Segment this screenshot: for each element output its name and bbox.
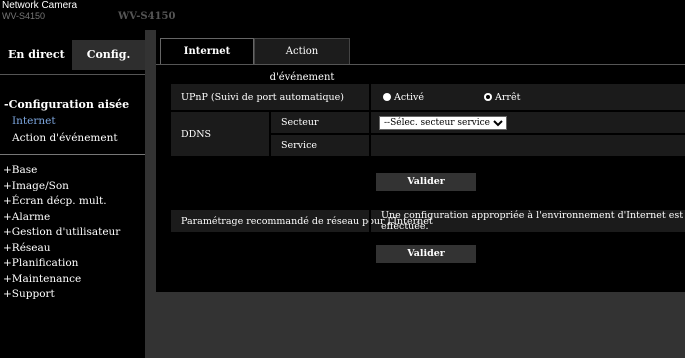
submit-button[interactable]: Valider bbox=[376, 173, 476, 191]
ddns-row: DDNS Secteur --Sélec. secteur service-- … bbox=[171, 112, 685, 156]
brand-name: Network Camera bbox=[2, 0, 78, 11]
camera-title: WV-S4150 bbox=[118, 11, 176, 22]
tab-divider bbox=[156, 64, 685, 65]
sector-label: Secteur bbox=[281, 117, 319, 128]
ddns-label: DDNS bbox=[181, 128, 212, 140]
easy-setup-title[interactable]: -Configuration aisée bbox=[4, 98, 129, 111]
menu-item-image-audio[interactable]: +Image/Son bbox=[3, 179, 120, 195]
tab-event-action[interactable]: Action d'événement bbox=[254, 38, 350, 83]
main-content: Internet Action d'événement UPnP (Suivi … bbox=[156, 30, 685, 292]
upnp-off-option[interactable]: Arrêt bbox=[484, 84, 520, 110]
top-bar: Network Camera WV-S4150 WV-S4150 bbox=[0, 0, 685, 30]
radio-on-icon[interactable] bbox=[383, 93, 391, 101]
radio-off-selected-icon[interactable] bbox=[484, 93, 492, 101]
tab-live[interactable]: En direct bbox=[4, 40, 76, 70]
upnp-on-option[interactable]: Activé bbox=[383, 84, 424, 110]
menu-item-network[interactable]: +Réseau bbox=[3, 241, 120, 257]
menu-item-schedule[interactable]: +Planification bbox=[3, 256, 120, 272]
content-tabs: Internet Action d'événement bbox=[156, 38, 685, 83]
menu-item-base[interactable]: +Base bbox=[3, 163, 120, 179]
sidebar: En direct Config. -Configuration aisée I… bbox=[0, 30, 145, 358]
upnp-off-label: Arrêt bbox=[495, 91, 521, 103]
sidebar-divider bbox=[0, 154, 145, 155]
menu-item-alarm[interactable]: +Alarme bbox=[3, 210, 120, 226]
upnp-label: UPnP (Suivi de port automatique) bbox=[181, 91, 345, 103]
service-label: Service bbox=[281, 140, 318, 151]
menu-item-maintenance[interactable]: +Maintenance bbox=[3, 272, 120, 288]
menu-item-user-management[interactable]: +Gestion d'utilisateur bbox=[3, 225, 120, 241]
submit-recommended-button[interactable]: Valider bbox=[376, 245, 476, 263]
tab-config[interactable]: Config. bbox=[72, 40, 145, 70]
brand-logo: Network Camera WV-S4150 bbox=[2, 0, 78, 22]
settings-menu: +Base +Image/Son +Écran décp. mult. +Ala… bbox=[3, 163, 120, 303]
menu-item-multi-screen[interactable]: +Écran décp. mult. bbox=[3, 194, 120, 210]
recommend-row: Paramétrage recommandé de réseau pour l'… bbox=[171, 210, 685, 232]
sector-select-wrap: --Sélec. secteur service-- bbox=[379, 112, 507, 133]
upnp-row: UPnP (Suivi de port automatique) Activé … bbox=[171, 84, 685, 110]
sector-select[interactable]: --Sélec. secteur service-- bbox=[379, 115, 507, 130]
upnp-on-label: Activé bbox=[394, 91, 425, 103]
recommend-description: Une configuration appropriée à l'environ… bbox=[381, 210, 684, 232]
sidebar-divider bbox=[0, 74, 145, 75]
sidebar-item-event-action[interactable]: Action d'événement bbox=[12, 132, 118, 144]
menu-item-support[interactable]: +Support bbox=[3, 287, 120, 303]
tab-internet[interactable]: Internet bbox=[160, 38, 254, 65]
brand-model: WV-S4150 bbox=[2, 11, 46, 21]
sidebar-item-internet[interactable]: Internet bbox=[12, 115, 56, 127]
